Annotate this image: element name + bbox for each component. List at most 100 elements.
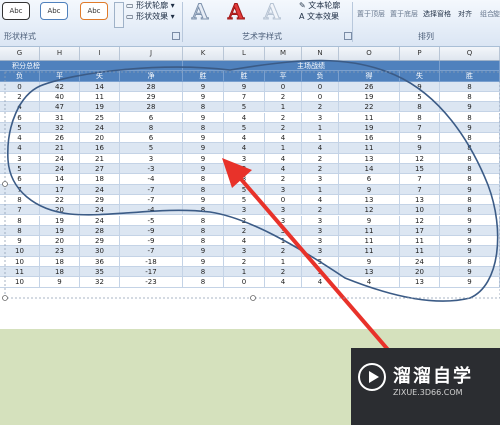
table-cell[interactable]: 3 [265,215,302,226]
table-cell[interactable]: 9 [0,236,40,247]
table-cell[interactable]: 11 [0,267,40,278]
table-cell[interactable]: 2 [224,256,265,267]
table-cell[interactable]: 2 [265,122,302,134]
table-cell[interactable]: 8 [440,112,500,123]
table-cell[interactable]: 8 [0,225,40,237]
table-cell[interactable]: 8 [0,215,40,226]
text-effects-button[interactable]: A 文本效果 [299,11,339,22]
shape-style-3[interactable]: Abc [80,2,108,20]
table-cell[interactable]: 47 [40,102,80,113]
table-cell[interactable]: 8 [183,174,224,185]
table-cell[interactable]: 18 [40,256,80,267]
align-button[interactable]: 对齐 [458,9,472,19]
table-cell[interactable]: 11 [339,225,400,237]
field-header-cell[interactable]: 平 [40,71,80,82]
table-cell[interactable]: 0 [302,91,339,103]
table-cell[interactable]: 32 [80,277,120,288]
table-cell[interactable]: 9 [183,133,224,144]
table-cell[interactable]: 14 [339,164,400,175]
table-cell[interactable]: 8 [183,122,224,134]
table-cell[interactable]: 7 [0,205,40,216]
table-cell[interactable]: 4 [0,143,40,154]
table-cell[interactable]: -17 [120,267,183,278]
table-cell[interactable]: 9 [400,143,440,154]
table-cell[interactable]: -4 [120,205,183,216]
table-cell[interactable]: 1 [302,122,339,134]
table-cell[interactable]: 6 [339,174,400,185]
column-header-o[interactable]: O [339,47,400,60]
table-cell[interactable]: 4 [302,194,339,206]
table-cell[interactable]: 2 [224,225,265,237]
table-cell[interactable]: 12 [400,215,440,226]
table-cell[interactable]: 5 [302,267,339,278]
field-header-cell[interactable]: 胜 [224,71,265,82]
table-cell[interactable]: 22 [40,194,80,206]
table-cell[interactable]: 4 [224,143,265,154]
table-cell[interactable]: -23 [120,277,183,288]
table-cell[interactable]: 4 [0,133,40,144]
table-cell[interactable]: 9 [440,122,500,134]
table-cell[interactable]: 24 [40,153,80,164]
table-cell[interactable]: 2 [265,91,302,103]
table-cell[interactable]: 4 [302,277,339,288]
gallery-scroll[interactable] [114,2,124,28]
table-cell[interactable]: 0 [265,81,302,92]
table-cell[interactable]: 1 [265,102,302,113]
table-cell[interactable]: 2 [302,164,339,175]
table-cell[interactable]: 16 [80,143,120,154]
table-cell[interactable]: 13 [339,267,400,278]
table-cell[interactable]: 20 [400,267,440,278]
table-cell[interactable]: 1 [224,267,265,278]
table-cell[interactable]: 9 [339,184,400,195]
table-cell[interactable]: 9 [183,91,224,103]
table-cell[interactable]: 30 [80,246,120,257]
table-cell[interactable]: 11 [339,112,400,123]
table-cell[interactable]: 8 [440,174,500,185]
table-cell[interactable]: 8 [183,277,224,288]
table-cell[interactable]: 8 [183,215,224,226]
table-cell[interactable]: -7 [120,194,183,206]
table-cell[interactable]: -18 [120,256,183,267]
table-cell[interactable]: -9 [120,225,183,237]
table-cell[interactable]: 14 [40,174,80,185]
table-cell[interactable]: 19 [339,91,400,103]
table-cell[interactable]: 20 [80,133,120,144]
table-cell[interactable]: 4 [265,133,302,144]
table-cell[interactable]: 32 [40,122,80,134]
table-cell[interactable]: 1 [265,236,302,247]
table-cell[interactable]: 2 [302,102,339,113]
table-cell[interactable]: 4 [265,164,302,175]
wordart-launcher[interactable] [344,32,352,40]
table-cell[interactable]: 9 [183,143,224,154]
table-cell[interactable]: 35 [80,267,120,278]
table-cell[interactable]: 2 [265,267,302,278]
table-cell[interactable]: 8 [183,236,224,247]
table-cell[interactable]: 18 [40,267,80,278]
table-cell[interactable]: 11 [80,91,120,103]
column-header-g[interactable]: G [0,47,40,60]
table-cell[interactable]: 24 [400,256,440,267]
table-cell[interactable]: 19 [339,122,400,134]
column-header-h[interactable]: H [40,47,80,60]
group-button[interactable]: 组合 [480,9,494,19]
table-cell[interactable]: 9 [440,225,500,237]
table-cell[interactable]: 4 [302,143,339,154]
table-cell[interactable]: 8 [440,205,500,216]
group-header-cell[interactable]: 主场战绩 [183,61,440,72]
table-cell[interactable]: 1 [302,133,339,144]
table-cell[interactable]: 23 [40,246,80,257]
table-cell[interactable]: 17 [400,225,440,237]
table-cell[interactable]: 31 [40,112,80,123]
table-cell[interactable]: 19 [40,215,80,226]
field-header-cell[interactable]: 胜 [183,71,224,82]
field-header-cell[interactable]: 负 [0,71,40,82]
table-cell[interactable]: 2 [265,174,302,185]
table-cell[interactable]: 10 [0,246,40,257]
column-header-l[interactable]: L [224,47,265,60]
table-cell[interactable]: 9 [440,236,500,247]
table-cell[interactable]: 24 [80,205,120,216]
table-cell[interactable]: 8 [440,81,500,92]
table-cell[interactable]: 6 [120,133,183,144]
table-cell[interactable]: 7 [400,184,440,195]
table-cell[interactable]: 9 [440,102,500,113]
